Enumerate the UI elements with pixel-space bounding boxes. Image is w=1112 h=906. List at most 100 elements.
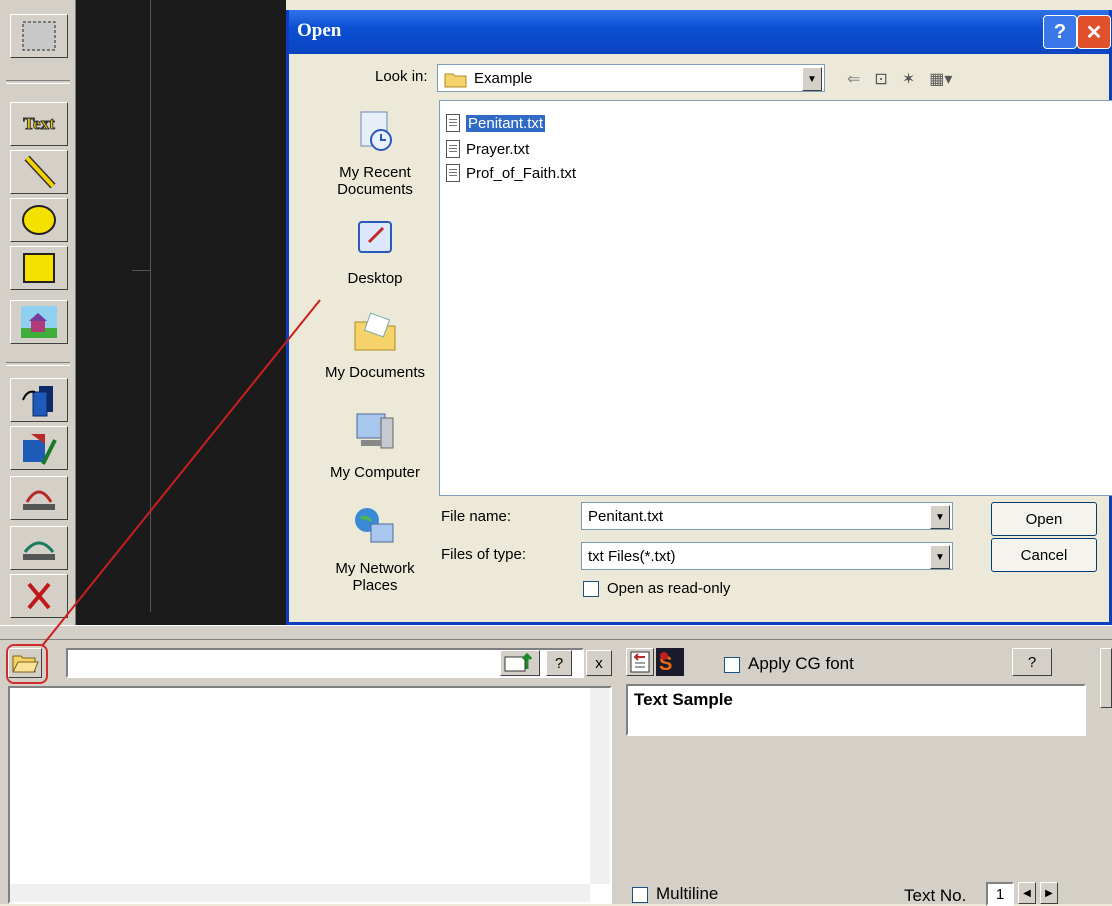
text-no-label: Text No. [904, 886, 967, 905]
file-item-penitant[interactable]: Penitant.txt [446, 111, 546, 135]
dialog-titlebar: Open ? ✕ [289, 10, 1111, 54]
text-tool-label: Text [23, 114, 55, 134]
text-file-icon [446, 164, 460, 182]
file-name: Prof_of_Faith.txt [466, 164, 577, 182]
chevron-down-icon[interactable]: ▼ [802, 67, 822, 91]
next-text-button[interactable]: ▶ [1040, 882, 1058, 904]
export-icon [504, 652, 533, 672]
apply-cg-font-option[interactable]: Apply CG font [724, 654, 854, 674]
bring-front-tool-button[interactable] [10, 378, 68, 422]
bottom-panel: ? x S Apply CG font ? Text Sample Multil… [0, 625, 1112, 906]
rectangle-tool-button[interactable] [10, 246, 68, 290]
file-name-label: File name: [441, 508, 512, 525]
cancel-button[interactable]: Cancel [991, 538, 1097, 572]
canvas-guide-tick [132, 270, 150, 271]
multiline-checkbox[interactable] [632, 887, 648, 904]
places-my-documents[interactable]: My Documents [313, 308, 437, 381]
look-in-combo[interactable]: Example ▼ [437, 64, 825, 92]
file-type-combo[interactable]: txt Files(*.txt) ▼ [581, 542, 953, 570]
rotate-left-icon [23, 490, 55, 510]
chevron-down-icon[interactable]: ▼ [930, 545, 950, 569]
places-my-computer[interactable]: My Computer [313, 408, 437, 481]
apply-cg-font-label: Apply CG font [748, 654, 854, 673]
export-button[interactable] [500, 650, 540, 676]
file-item-prof-of-faith[interactable]: Prof_of_Faith.txt [446, 161, 576, 185]
chevron-down-icon[interactable]: ▼ [930, 505, 950, 529]
arc-tool-button[interactable] [10, 526, 68, 570]
ellipse-icon [22, 205, 56, 235]
text-file-icon [446, 114, 460, 132]
horizontal-scrollbar[interactable] [10, 884, 590, 902]
readonly-label: Open as read-only [607, 580, 731, 597]
close-button[interactable]: ✕ [1077, 15, 1111, 49]
delete-icon [27, 582, 51, 610]
views-menu-icon[interactable]: ▦▾ [929, 69, 952, 89]
places-label: My Recent Documents [337, 164, 413, 198]
ellipse-tool-button[interactable] [10, 198, 68, 242]
text-tool-button[interactable]: Text [10, 102, 68, 146]
text-sample: Text Sample [634, 690, 733, 709]
delete-tool-button[interactable] [10, 574, 68, 618]
places-label: Desktop [347, 270, 403, 287]
places-recent-documents[interactable]: My Recent Documents [313, 108, 437, 198]
apply-cg-font-checkbox[interactable] [724, 657, 740, 674]
picture-icon [21, 306, 57, 338]
canvas-guide-line [150, 0, 151, 612]
places-my-network[interactable]: My Network Places [313, 504, 437, 594]
dialog-title: Open [297, 20, 342, 41]
text-editor-area[interactable] [8, 686, 612, 904]
rotate-left-tool-button[interactable] [10, 476, 68, 520]
recent-documents-icon [360, 111, 392, 151]
back-arrow-icon[interactable]: ⇐ [847, 69, 860, 89]
file-name: Prayer.txt [466, 140, 530, 158]
places-label: My Network Places [335, 560, 415, 594]
readonly-option[interactable]: Open as read-only [583, 580, 731, 598]
arc-icon [23, 541, 55, 560]
my-documents-icon [354, 312, 396, 351]
select-tool-button[interactable] [10, 14, 68, 58]
document-arrow-icon [630, 651, 650, 673]
network-places-icon [355, 508, 394, 543]
vertical-scrollbar[interactable] [590, 688, 610, 884]
text-no-field[interactable]: 1 [986, 882, 1014, 906]
toolbar-separator [6, 362, 70, 366]
file-list[interactable]: Penitant.txt Prayer.txt Prof_of_Faith.tx… [439, 100, 1112, 496]
cg-font-button[interactable]: S [656, 648, 684, 676]
file-type-value: txt Files(*.txt) [588, 548, 676, 565]
up-folder-icon[interactable]: ⊡ [874, 69, 887, 89]
open-button[interactable]: Open [991, 502, 1097, 536]
my-computer-icon [356, 413, 394, 449]
help-button[interactable]: ? [1043, 15, 1077, 49]
drawing-canvas[interactable] [76, 0, 286, 625]
file-name-value: Penitant.txt [588, 508, 664, 525]
places-label: My Computer [329, 464, 421, 481]
splitter[interactable] [0, 628, 1112, 640]
multiline-label: Multiline [656, 884, 719, 903]
drawing-toolbar: Text [0, 0, 76, 625]
text-file-icon [446, 140, 460, 158]
font-style-icon: S [659, 652, 672, 675]
file-item-prayer[interactable]: Prayer.txt [446, 137, 529, 161]
text-list-button[interactable] [626, 648, 654, 676]
multiline-option[interactable]: Multiline [632, 884, 718, 904]
file-name-combo[interactable]: Penitant.txt ▼ [581, 502, 953, 530]
places-desktop[interactable]: Desktop [313, 214, 437, 287]
look-in-value: Example [474, 70, 533, 87]
text-sample-preview: Text Sample [626, 684, 1086, 736]
edit-tool-button[interactable] [10, 426, 68, 470]
right-help-button[interactable]: ? [1012, 648, 1052, 676]
prev-text-button[interactable]: ◀ [1018, 882, 1036, 904]
side-button-edge [1100, 648, 1112, 708]
help-button[interactable]: ? [546, 650, 572, 676]
navigation-toolbar: ⇐ ⊡ ✶ ▦▾ [847, 66, 997, 92]
close-panel-button[interactable]: x [586, 650, 612, 676]
new-folder-icon[interactable]: ✶ [902, 69, 915, 89]
rectangle-icon [23, 253, 55, 283]
readonly-checkbox[interactable] [583, 581, 599, 598]
places-bar: My Recent Documents Desktop My Documents… [295, 102, 435, 602]
picture-tool-button[interactable] [10, 300, 68, 344]
line-tool-button[interactable] [10, 150, 68, 194]
open-file-dialog: Open ? ✕ Look in: Example ▼ ⇐ ⊡ ✶ ▦▾ My … [286, 10, 1112, 625]
desktop-icon [358, 221, 392, 253]
line-icon [24, 155, 56, 189]
